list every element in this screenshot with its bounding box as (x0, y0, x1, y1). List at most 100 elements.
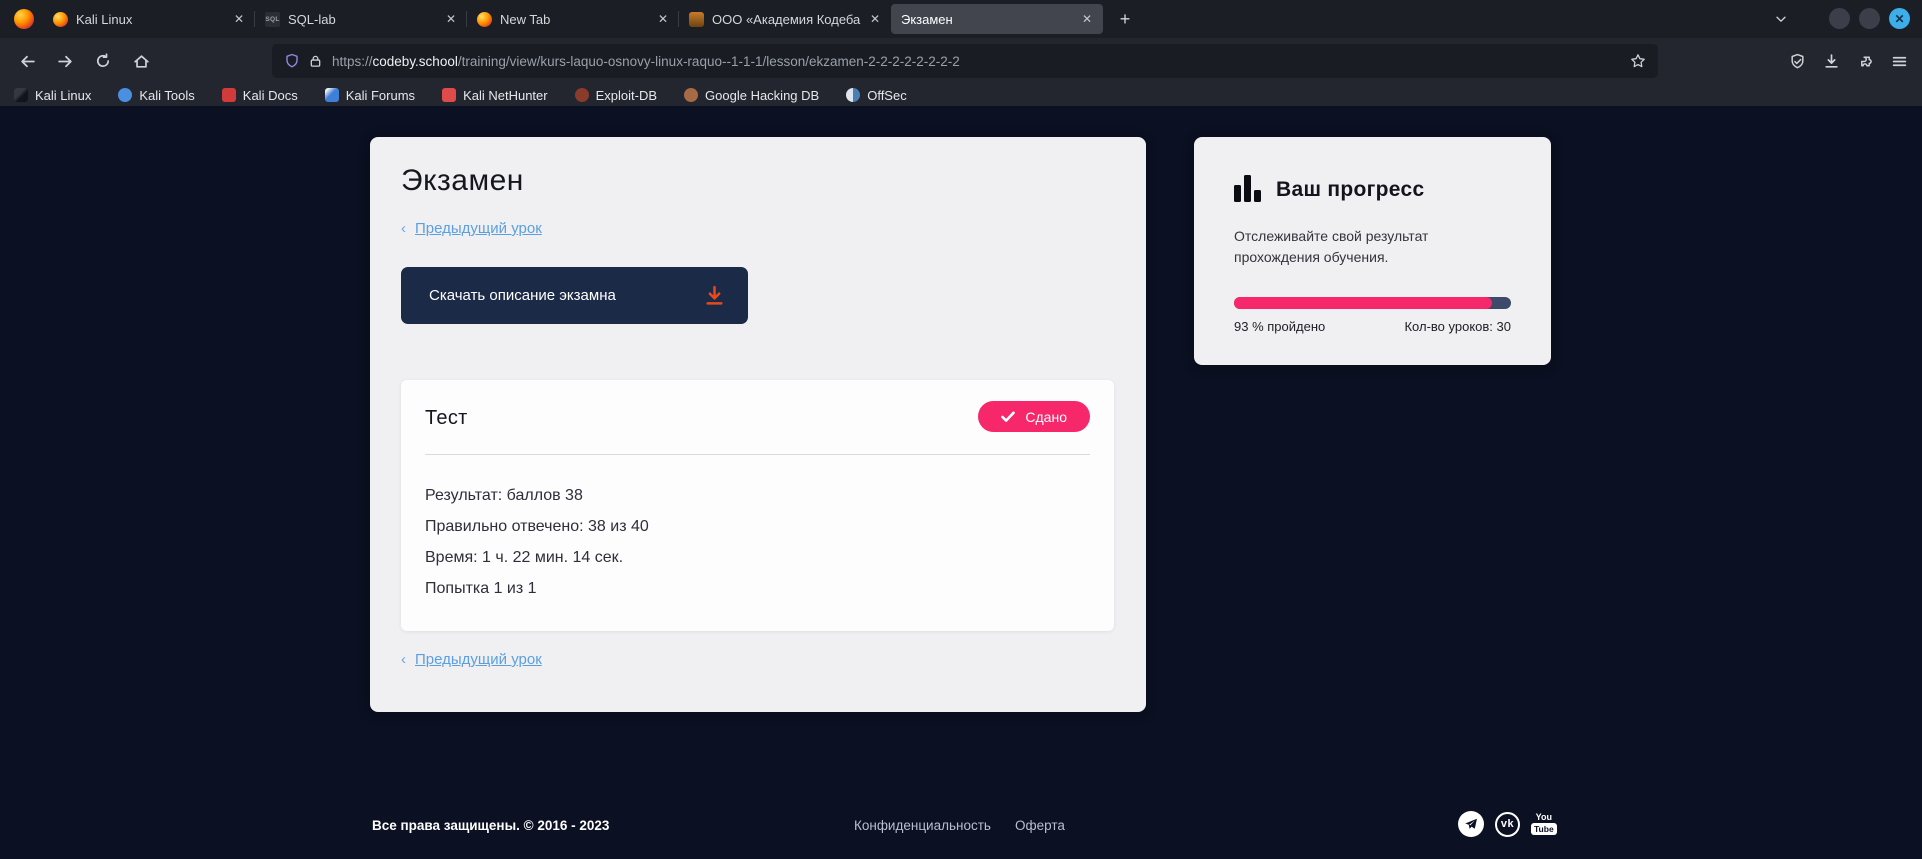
close-window-button[interactable]: ✕ (1889, 8, 1910, 29)
bookmark-label: Google Hacking DB (705, 88, 819, 103)
forward-button[interactable] (50, 46, 80, 76)
result-score: Результат: баллов 38 (425, 487, 583, 505)
test-result-card: Тест Сдано Результат: баллов 38 Правильн… (401, 380, 1114, 631)
lessons-count-label: Кол-во уроков: 30 (1404, 319, 1511, 334)
kali-nethunter-favicon (442, 88, 456, 102)
firefox-icon (53, 12, 68, 27)
tab-kali-linux[interactable]: Kali Linux ✕ (43, 4, 255, 34)
sql-icon: SQL (265, 12, 280, 27)
tab-title: Экзамен (901, 12, 1077, 27)
social-icons: vk You Tube (1458, 811, 1557, 837)
navigation-toolbar: https://codeby.school/training/view/kurs… (0, 38, 1922, 84)
vk-icon[interactable]: vk (1495, 812, 1520, 837)
bookmark-offsec[interactable]: OffSec (846, 88, 907, 103)
progress-card: Ваш прогресс Отслеживайте свой результат… (1194, 137, 1551, 365)
back-button[interactable] (12, 46, 42, 76)
offsec-favicon (846, 88, 860, 102)
download-exam-description-button[interactable]: Скачать описание экзамна (401, 267, 748, 324)
offer-link[interactable]: Оферта (1015, 818, 1065, 833)
bookmark-label: Kali Forums (346, 88, 415, 103)
permissions-shield-icon[interactable] (284, 53, 300, 69)
bookmark-label: OffSec (867, 88, 907, 103)
tab-akademiya-kodebay[interactable]: ООО «Академия Кодеба ✕ (679, 4, 891, 34)
bookmark-exploit-db[interactable]: Exploit-DB (575, 88, 657, 103)
tab-title: Kali Linux (76, 12, 229, 27)
bookmark-label: Exploit-DB (596, 88, 657, 103)
test-title: Тест (425, 407, 468, 430)
tab-title: SQL-lab (288, 12, 441, 27)
result-time: Время: 1 ч. 22 мин. 14 сек. (425, 549, 623, 567)
tab-ekzamen-active[interactable]: Экзамен ✕ (891, 4, 1103, 34)
result-attempt: Попытка 1 из 1 (425, 580, 537, 598)
tab-close-icon[interactable]: ✕ (441, 9, 461, 29)
bookmark-kali-forums[interactable]: Kali Forums (325, 88, 415, 103)
home-button[interactable] (126, 46, 156, 76)
result-correct: Правильно отвечено: 38 из 40 (425, 518, 649, 536)
bookmark-label: Kali Linux (35, 88, 91, 103)
site-favicon (689, 12, 704, 27)
page-title: Экзамен (401, 164, 524, 198)
minimize-button[interactable] (1829, 8, 1850, 29)
progress-percent-label: 93 % пройдено (1234, 319, 1325, 334)
google-hacking-db-favicon (684, 88, 698, 102)
download-arrow-icon (703, 284, 726, 307)
telegram-icon[interactable] (1458, 811, 1484, 837)
bookmark-kali-nethunter[interactable]: Kali NetHunter (442, 88, 548, 103)
progress-bar (1234, 297, 1511, 309)
kali-tools-favicon (118, 88, 132, 102)
passed-status-badge: Сдано (978, 401, 1090, 432)
bookmark-kali-docs[interactable]: Kali Docs (222, 88, 298, 103)
extensions-puzzle-icon[interactable] (1857, 53, 1874, 70)
firefox-app-icon (14, 9, 34, 29)
tab-close-icon[interactable]: ✕ (653, 9, 673, 29)
bookmark-label: Kali Tools (139, 88, 194, 103)
tracking-protection-shield-icon[interactable] (1789, 53, 1806, 70)
maximize-button[interactable] (1859, 8, 1880, 29)
new-tab-button[interactable]: + (1111, 5, 1139, 33)
tab-close-icon[interactable]: ✕ (229, 9, 249, 29)
kali-forums-favicon (325, 88, 339, 102)
download-button-label: Скачать описание экзамна (429, 287, 616, 304)
list-all-tabs-chevron-icon[interactable] (1768, 7, 1794, 31)
previous-lesson-link[interactable]: ‹ Предыдущий урок (401, 220, 542, 237)
tab-sql-lab[interactable]: SQL SQL-lab ✕ (255, 4, 467, 34)
bookmark-kali-linux[interactable]: Kali Linux (14, 88, 91, 103)
privacy-link[interactable]: Конфиденциальность (854, 818, 991, 833)
url-text: https://codeby.school/training/view/kurs… (332, 54, 960, 69)
lock-icon[interactable] (309, 54, 322, 68)
tab-title: New Tab (500, 12, 653, 27)
youtube-icon[interactable]: You Tube (1531, 813, 1557, 835)
bookmark-star-icon[interactable] (1630, 53, 1646, 69)
window-controls: ✕ (1829, 8, 1910, 29)
bookmark-label: Kali NetHunter (463, 88, 548, 103)
previous-lesson-label: Предыдущий урок (415, 220, 542, 237)
previous-lesson-label: Предыдущий урок (415, 651, 542, 668)
chevron-left-icon: ‹ (401, 651, 406, 668)
progress-title: Ваш прогресс (1276, 178, 1424, 202)
menu-hamburger-icon[interactable] (1891, 53, 1908, 70)
tab-close-icon[interactable]: ✕ (1077, 9, 1097, 29)
bookmark-kali-tools[interactable]: Kali Tools (118, 88, 194, 103)
downloads-icon[interactable] (1823, 53, 1840, 70)
exploit-db-favicon (575, 88, 589, 102)
copyright-text: Все права защищены. © 2016 - 2023 (372, 818, 609, 833)
tab-new-tab[interactable]: New Tab ✕ (467, 4, 679, 34)
url-bar[interactable]: https://codeby.school/training/view/kurs… (272, 44, 1658, 78)
reload-button[interactable] (88, 46, 118, 76)
bookmarks-bar: Kali Linux Kali Tools Kali Docs Kali For… (0, 84, 1922, 106)
divider (425, 454, 1090, 455)
browser-window: Kali Linux ✕ SQL SQL-lab ✕ New Tab ✕ ООО… (0, 0, 1922, 859)
kali-docs-favicon (222, 88, 236, 102)
firefox-icon (477, 12, 492, 27)
tab-close-icon[interactable]: ✕ (865, 9, 885, 29)
bookmark-google-hacking-db[interactable]: Google Hacking DB (684, 88, 819, 103)
bookmark-label: Kali Docs (243, 88, 298, 103)
bar-chart-icon (1234, 175, 1261, 202)
kali-linux-favicon (14, 88, 28, 102)
page-content: Экзамен ‹ Предыдущий урок Скачать описан… (0, 106, 1922, 859)
progress-description: Отслеживайте свой результат прохождения … (1234, 226, 1464, 268)
progress-fill (1234, 297, 1492, 309)
tab-title: ООО «Академия Кодеба (712, 12, 865, 27)
exam-card: Экзамен ‹ Предыдущий урок Скачать описан… (370, 137, 1146, 712)
previous-lesson-link-bottom[interactable]: ‹ Предыдущий урок (401, 651, 542, 668)
